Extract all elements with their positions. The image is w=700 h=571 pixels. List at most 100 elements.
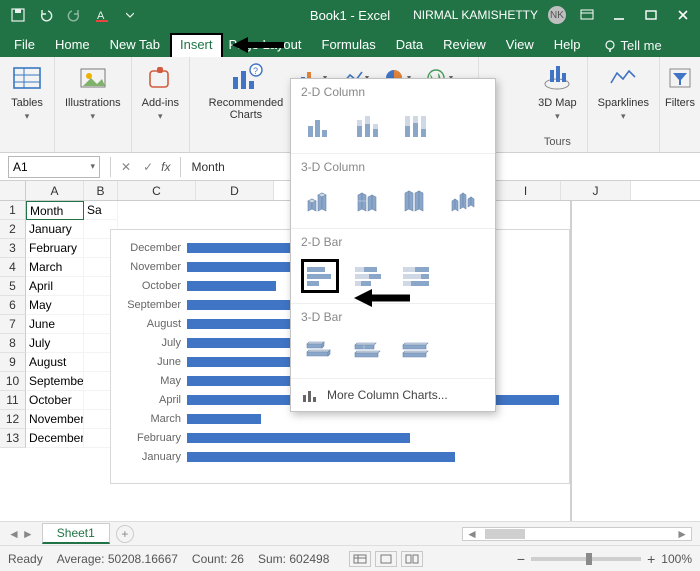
row-header[interactable]: 11: [0, 391, 26, 410]
sparklines-button[interactable]: Sparklines ▾: [598, 61, 649, 122]
tab-review[interactable]: Review: [433, 33, 496, 57]
cell[interactable]: October: [26, 391, 84, 410]
cell[interactable]: May: [26, 296, 84, 315]
view-page-break-icon[interactable]: [401, 551, 423, 567]
zoom-in-icon[interactable]: +: [647, 551, 655, 567]
cancel-formula-icon[interactable]: ✕: [115, 160, 137, 174]
col-header-J[interactable]: J: [561, 181, 631, 200]
scroll-right-icon[interactable]: ►: [673, 527, 691, 541]
row-header[interactable]: 6: [0, 296, 26, 315]
zoom-slider-thumb[interactable]: [586, 553, 592, 565]
redo-icon[interactable]: [64, 5, 84, 25]
view-page-layout-icon[interactable]: [375, 551, 397, 567]
3d-map-button[interactable]: 3D Map ▾: [538, 61, 577, 122]
save-icon[interactable]: [8, 5, 28, 25]
col-header-D[interactable]: D: [196, 181, 274, 200]
more-column-charts[interactable]: More Column Charts...: [291, 378, 495, 411]
row-header[interactable]: 8: [0, 334, 26, 353]
filters-button[interactable]: Filters: [663, 61, 697, 109]
view-normal-icon[interactable]: [349, 551, 371, 567]
cell[interactable]: June: [26, 315, 84, 334]
scrollbar-thumb[interactable]: [485, 529, 525, 539]
row-header[interactable]: 2: [0, 220, 26, 239]
col-header-C[interactable]: C: [118, 181, 196, 200]
tell-me-search[interactable]: Tell me: [597, 34, 668, 57]
row-header[interactable]: 7: [0, 315, 26, 334]
tab-view[interactable]: View: [496, 33, 544, 57]
status-ready: Ready: [8, 552, 43, 566]
chart-option-3d-clustered-bar[interactable]: [301, 334, 339, 368]
zoom-slider[interactable]: [531, 557, 641, 561]
sheet-tab-sheet1[interactable]: Sheet1: [42, 523, 110, 544]
row-header[interactable]: 9: [0, 353, 26, 372]
chart-option-100stacked-column[interactable]: [397, 109, 435, 143]
col-header-I[interactable]: I: [491, 181, 561, 200]
tab-home[interactable]: Home: [45, 33, 100, 57]
view-buttons: [349, 551, 423, 567]
row-header[interactable]: 3: [0, 239, 26, 258]
cell[interactable]: August: [26, 353, 84, 372]
tab-file[interactable]: File: [4, 33, 45, 57]
user-avatar[interactable]: NK: [548, 6, 566, 24]
zoom-out-icon[interactable]: −: [517, 551, 525, 567]
qat-dropdown-icon[interactable]: [120, 5, 140, 25]
close-icon[interactable]: [672, 4, 694, 26]
chart-bar: [187, 357, 299, 367]
tables-button[interactable]: Tables ▾: [10, 61, 44, 122]
row-header[interactable]: 12: [0, 410, 26, 429]
tab-help[interactable]: Help: [544, 33, 591, 57]
cell[interactable]: September: [26, 372, 84, 391]
sheet-nav-prev-icon[interactable]: ◄: [8, 527, 20, 541]
row-header[interactable]: 10: [0, 372, 26, 391]
cell[interactable]: April: [26, 277, 84, 296]
chart-option-clustered-bar[interactable]: [301, 259, 339, 293]
cell[interactable]: November: [26, 410, 84, 429]
maximize-icon[interactable]: [640, 4, 662, 26]
select-all-corner[interactable]: [0, 181, 26, 200]
cell[interactable]: February: [26, 239, 84, 258]
chart-option-stacked-column[interactable]: [349, 109, 387, 143]
enter-formula-icon[interactable]: ✓: [137, 160, 159, 174]
row-header[interactable]: 4: [0, 258, 26, 277]
tab-data[interactable]: Data: [386, 33, 433, 57]
illustrations-button[interactable]: Illustrations ▾: [65, 61, 121, 122]
cell[interactable]: Month: [26, 201, 84, 220]
cell[interactable]: March: [26, 258, 84, 277]
zoom-value[interactable]: 100%: [661, 552, 692, 566]
chart-option-clustered-column[interactable]: [301, 109, 339, 143]
col-header-B[interactable]: B: [84, 181, 118, 200]
col-header-A[interactable]: A: [26, 181, 84, 200]
scroll-left-icon[interactable]: ◄: [463, 527, 481, 541]
minimize-icon[interactable]: [608, 4, 630, 26]
name-box[interactable]: A1 ▾: [8, 156, 100, 178]
cell[interactable]: December: [26, 429, 84, 448]
row-header[interactable]: 13: [0, 429, 26, 448]
recommended-charts-button[interactable]: ? Recommended Charts: [200, 61, 292, 121]
formula-value[interactable]: Month: [185, 160, 224, 174]
row-header[interactable]: 1: [0, 201, 26, 220]
cell[interactable]: Sa: [84, 201, 118, 220]
chart-option-3d-clustered-column[interactable]: [301, 184, 339, 218]
chart-bar: [187, 414, 261, 424]
new-sheet-button[interactable]: +: [116, 525, 134, 543]
sheet-nav-next-icon[interactable]: ►: [22, 527, 34, 541]
cell[interactable]: January: [26, 220, 84, 239]
chart-option-3d-column[interactable]: [445, 184, 483, 218]
tab-insert[interactable]: Insert: [170, 33, 223, 57]
font-color-icon[interactable]: A: [92, 5, 112, 25]
addins-button[interactable]: Add-ins ▾: [142, 61, 179, 122]
chart-option-3d-stacked-column[interactable]: [349, 184, 387, 218]
fx-icon[interactable]: fx: [159, 160, 176, 174]
undo-icon[interactable]: [36, 5, 56, 25]
cell[interactable]: July: [26, 334, 84, 353]
tab-newtab[interactable]: New Tab: [100, 33, 170, 57]
horizontal-scrollbar[interactable]: ◄ ►: [462, 527, 692, 541]
chart-category-label: May: [115, 375, 187, 387]
chart-option-3d-stacked-bar[interactable]: [349, 334, 387, 368]
tab-formulas[interactable]: Formulas: [312, 33, 386, 57]
ribbon-display-icon[interactable]: [576, 4, 598, 26]
chart-option-3d-100stacked-column[interactable]: [397, 184, 435, 218]
sheet-nav[interactable]: ◄ ►: [0, 527, 42, 541]
row-header[interactable]: 5: [0, 277, 26, 296]
chart-option-3d-100stacked-bar[interactable]: [397, 334, 435, 368]
